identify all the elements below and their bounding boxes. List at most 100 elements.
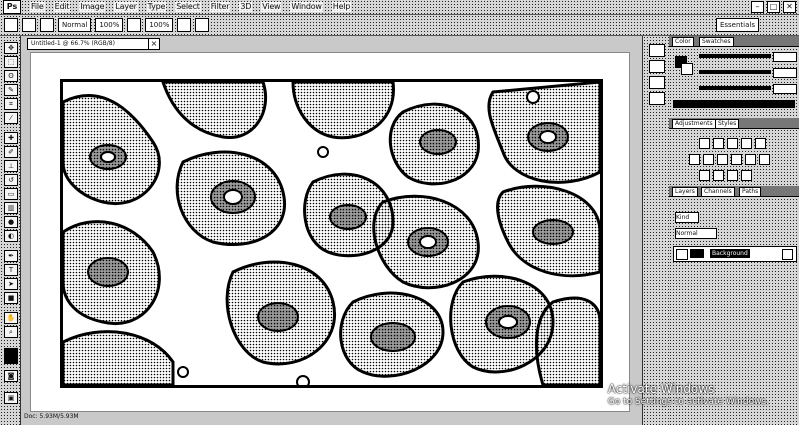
layer-filter-kind[interactable]: Kind [675,212,699,223]
close-button[interactable]: ✕ [783,1,796,13]
flow-field[interactable]: 100% [145,18,174,32]
red-value[interactable] [773,52,797,62]
tab-color[interactable]: Color [672,37,694,47]
color-ramp[interactable] [673,100,795,108]
layer-row[interactable]: Background [673,246,797,262]
menu-file[interactable]: File [30,2,45,12]
background-swatch[interactable] [681,63,693,75]
blur-tool-icon[interactable]: ● [4,216,18,228]
document-tab[interactable]: Untitled-1 @ 66.7% (RGB/8) [27,38,152,50]
quick-mask-icon[interactable]: ◙ [4,370,18,382]
green-value[interactable] [773,68,797,78]
menu-type[interactable]: Type [146,2,167,12]
eyedropper-tool-icon[interactable]: ⁄ [4,112,18,124]
healing-tool-icon[interactable]: ✚ [4,132,18,144]
menu-edit[interactable]: Edit [53,2,71,12]
mode-select[interactable]: Normal [58,18,92,32]
lock-icon [782,249,793,260]
type-tool-icon[interactable]: T [4,264,18,276]
menu-image[interactable]: Image [79,2,106,12]
green-slider[interactable] [699,70,771,74]
history-brush-tool-icon[interactable]: ↺ [4,174,18,186]
vibrance-icon[interactable] [755,138,766,149]
maximize-button[interactable]: □ [767,1,780,13]
channel-mixer-icon[interactable] [745,154,756,165]
menu-select[interactable]: Select [175,2,201,12]
clone-stamp-tool-icon[interactable]: ⊥ [4,160,18,172]
artwork-image[interactable] [60,79,603,388]
close-tab-icon[interactable]: × [148,38,160,50]
blend-mode-select[interactable]: Normal [675,228,717,239]
lasso-tool-icon[interactable]: ʘ [4,70,18,82]
opacity-field[interactable]: 100% [95,18,124,32]
panel-icon-strip [642,36,670,425]
shape-tool-icon[interactable]: ■ [4,292,18,304]
pressure-size-icon[interactable] [195,18,210,32]
history-panel-icon[interactable] [649,44,665,57]
status-bar: Doc: 5.93M/5.93M [24,413,79,420]
visibility-eye-icon[interactable] [676,249,688,260]
layer-name: Background [710,249,750,258]
photo-filter-icon[interactable] [731,154,742,165]
tab-adjustments[interactable]: Adjustments [672,119,716,129]
brush-tool-icon[interactable]: ✐ [4,146,18,158]
crop-tool-icon[interactable]: ⌗ [4,98,18,110]
screen-mode-icon[interactable]: ▣ [4,392,18,404]
activate-subtitle: Go to Settings to activate Windows. [607,397,769,407]
menu-bar: Ps File Edit Image Layer Type Select Fil… [0,0,799,15]
pen-tool-icon[interactable]: ✒ [4,250,18,262]
path-select-tool-icon[interactable]: ➤ [4,278,18,290]
invert-icon[interactable] [699,170,710,181]
gradient-map-icon[interactable] [741,170,752,181]
menu-window[interactable]: Window [290,2,323,12]
properties-panel-icon[interactable] [649,60,665,73]
blue-value[interactable] [773,84,797,94]
color-balance-icon[interactable] [703,154,714,165]
character-panel-icon[interactable] [649,76,665,89]
zoom-tool-icon[interactable]: ⌕ [4,326,18,338]
tab-layers[interactable]: Layers [672,187,698,197]
tools-panel: ✥ ⬚ ʘ ✎ ⌗ ⁄ ✚ ✐ ⊥ ↺ ▭ ▥ ● ◐ ✒ T ➤ ■ ✋ ⌕ … [0,36,21,425]
menu-filter[interactable]: Filter [209,2,231,12]
cloud-texture-art [63,82,600,385]
pressure-opacity-icon[interactable] [127,18,142,32]
exposure-icon[interactable] [741,138,752,149]
tab-channels[interactable]: Channels [701,187,735,197]
paragraph-panel-icon[interactable] [649,92,665,105]
curves-icon[interactable] [727,138,738,149]
menu-view[interactable]: View [261,2,282,12]
menu-3d[interactable]: 3D [239,2,253,12]
gradient-tool-icon[interactable]: ▥ [4,202,18,214]
menu-layer[interactable]: Layer [114,2,138,12]
eraser-tool-icon[interactable]: ▭ [4,188,18,200]
layers-panel-header: Layers Channels Paths [669,186,799,197]
tool-preset-icon[interactable] [4,18,18,32]
workspace-select[interactable]: Essentials [715,18,759,32]
tab-paths[interactable]: Paths [739,187,762,197]
activate-title: Activate Windows [607,382,715,396]
posterize-icon[interactable] [713,170,724,181]
quick-select-tool-icon[interactable]: ✎ [4,84,18,96]
color-lookup-icon[interactable] [759,154,770,165]
blue-slider[interactable] [699,86,771,90]
hand-tool-icon[interactable]: ✋ [4,312,18,324]
airbrush-icon[interactable] [177,18,192,32]
tab-swatches[interactable]: Swatches [699,37,734,47]
right-panels: Color Swatches Adjustments Styles Layers… [669,36,799,425]
marquee-tool-icon[interactable]: ⬚ [4,56,18,68]
menu-help[interactable]: Help [331,2,352,12]
dodge-tool-icon[interactable]: ◐ [4,230,18,242]
threshold-icon[interactable] [727,170,738,181]
black-white-icon[interactable] [717,154,728,165]
brightness-icon[interactable] [699,138,710,149]
levels-icon[interactable] [713,138,724,149]
minimize-button[interactable]: – [751,1,764,13]
activate-windows-watermark: Activate Windows Go to Settings to activ… [608,383,769,409]
brush-preset-icon[interactable] [22,18,36,32]
foreground-color-icon[interactable] [4,348,18,364]
hue-saturation-icon[interactable] [689,154,700,165]
move-tool-icon[interactable]: ✥ [4,42,18,54]
brush-panel-icon[interactable] [40,18,54,32]
red-slider[interactable] [699,54,771,58]
tab-styles[interactable]: Styles [715,119,740,129]
